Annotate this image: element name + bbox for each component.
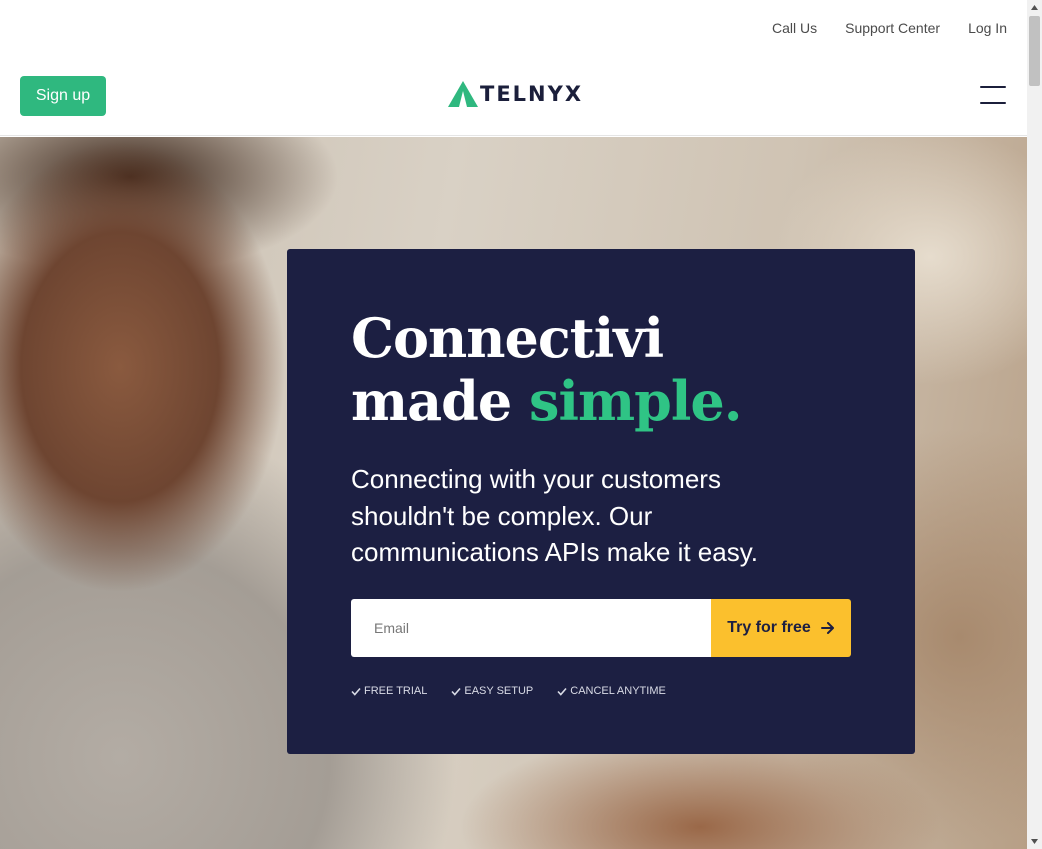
headline-line-1: Connectivi — [351, 306, 664, 370]
feature-list: FREE TRIAL EASY SETUP CANCEL ANYTIME — [351, 685, 666, 697]
telnyx-logo-mark-icon — [448, 81, 478, 107]
hero-card: Connectivi made simple. Connecting with … — [287, 249, 915, 754]
call-us-link[interactable]: Call Us — [772, 20, 817, 36]
utility-nav: Call Us Support Center Log In — [0, 0, 1027, 56]
scroll-up-arrow-icon[interactable] — [1027, 0, 1042, 15]
signup-form: Try for free — [351, 599, 851, 657]
feature-easy-setup: EASY SETUP — [451, 685, 533, 697]
scrollbar-thumb[interactable] — [1029, 16, 1040, 86]
sign-up-button[interactable]: Sign up — [20, 76, 106, 116]
try-for-free-button[interactable]: Try for free — [711, 599, 851, 657]
support-center-link[interactable]: Support Center — [845, 20, 940, 36]
scroll-down-arrow-icon[interactable] — [1027, 834, 1042, 849]
headline-line-2-prefix: made — [351, 369, 530, 433]
email-input[interactable] — [351, 599, 711, 657]
hero-subtext: Connecting with your customers shouldn't… — [351, 464, 759, 567]
page-scrollbar[interactable] — [1027, 0, 1042, 849]
check-icon — [351, 687, 361, 696]
check-icon — [451, 687, 461, 696]
check-icon — [557, 687, 567, 696]
telnyx-logo[interactable]: TELNYX — [448, 80, 583, 108]
arrow-right-icon — [820, 622, 834, 634]
main-nav: Sign up TELNYX — [0, 56, 1027, 136]
logo-wordmark: TELNYX — [480, 82, 584, 106]
hero-headline: Connectivi made simple. — [351, 306, 743, 433]
hamburger-menu-icon[interactable] — [980, 86, 1006, 104]
hero-section: Connectivi made simple. Connecting with … — [0, 137, 1027, 849]
headline-accent: simple. — [529, 369, 742, 433]
feature-cancel-anytime: CANCEL ANYTIME — [557, 685, 666, 697]
try-for-free-label: Try for free — [727, 619, 811, 636]
feature-free-trial: FREE TRIAL — [351, 685, 427, 697]
log-in-link[interactable]: Log In — [968, 20, 1007, 36]
